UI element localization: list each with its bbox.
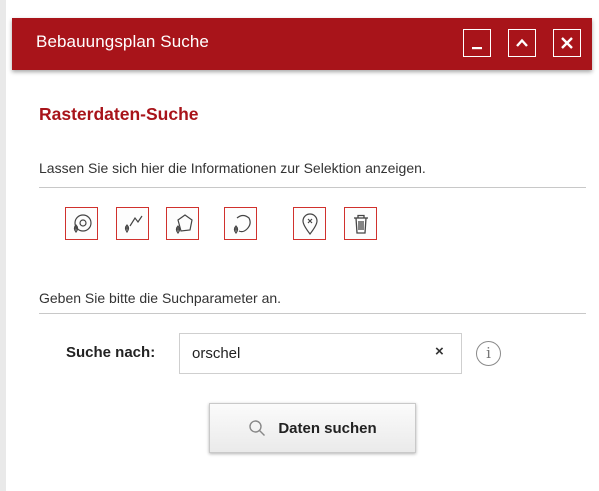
minimize-icon — [472, 47, 482, 50]
close-button[interactable] — [553, 29, 581, 57]
select-point-icon — [73, 213, 92, 233]
select-freehand-button[interactable] — [224, 207, 257, 240]
select-polygon-icon — [175, 213, 193, 234]
delete-button[interactable] — [344, 207, 377, 240]
chevron-up-icon — [516, 38, 528, 47]
clear-marker-button[interactable] — [293, 207, 326, 240]
selection-hint: Lassen Sie sich hier die Informationen z… — [39, 160, 426, 176]
title-bar: Bebauungsplan Suche — [12, 18, 592, 70]
divider — [39, 313, 586, 314]
close-icon — [561, 37, 573, 49]
minimize-button[interactable] — [463, 29, 491, 57]
collapse-button[interactable] — [508, 29, 536, 57]
params-hint: Geben Sie bitte die Suchparameter an. — [39, 290, 282, 306]
search-input[interactable]: orschel — [179, 333, 462, 374]
select-polygon-button[interactable] — [166, 207, 199, 240]
select-line-icon — [124, 215, 142, 233]
clear-marker-icon — [301, 212, 318, 235]
search-data-button[interactable]: Daten suchen — [209, 403, 416, 453]
window-title: Bebauungsplan Suche — [36, 32, 209, 51]
search-icon — [249, 420, 266, 436]
section-title: Rasterdaten-Suche — [39, 104, 199, 124]
search-button-label: Daten suchen — [278, 419, 377, 437]
search-panel: Bebauungsplan Suche Rasterdaten-Suche La… — [0, 0, 599, 491]
select-point-button[interactable] — [65, 207, 98, 240]
clear-input-icon[interactable]: × — [435, 343, 444, 360]
divider — [39, 187, 586, 188]
select-line-button[interactable] — [116, 207, 149, 240]
info-icon[interactable]: i — [476, 341, 501, 366]
delete-trash-icon — [353, 214, 368, 234]
select-freehand-icon — [233, 214, 251, 234]
search-label: Suche nach: — [66, 344, 156, 361]
